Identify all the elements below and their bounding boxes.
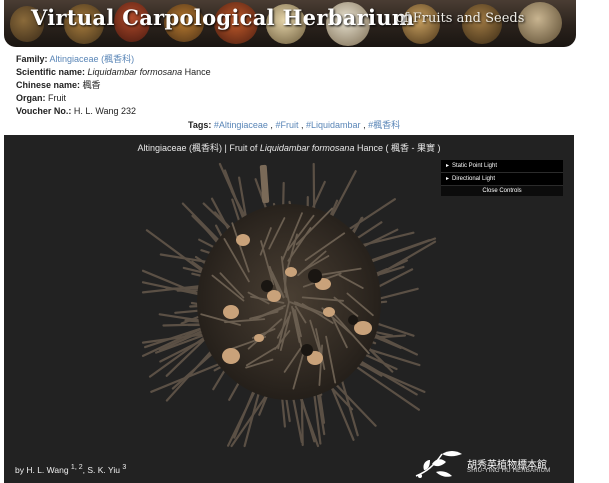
static-point-light-toggle[interactable]: ▸ Static Point Light (441, 160, 563, 173)
tag-link[interactable]: #Altingiaceae (214, 120, 268, 130)
tag-link[interactable]: #楓香科 (368, 120, 400, 130)
credit-comma: , (82, 464, 85, 475)
family-link[interactable]: Altingiaceae (楓香科) (50, 54, 135, 64)
organ-row: Organ: Fruit (16, 92, 211, 105)
viewer-title-prefix: Altingiaceae (楓香科) | Fruit of (137, 143, 258, 153)
orchid-logo-icon (415, 451, 462, 478)
author-credit: by H. L. Wang 1, 2, S. K. Yiu 3 (15, 464, 126, 475)
scientific-name-author: Hance (184, 67, 211, 77)
herbarium-name-english: SHIU-YING HU HERBARIUM (467, 468, 551, 474)
site-title[interactable]: Virtual Carpological Herbarium (31, 5, 414, 30)
directional-light-label: Directional Light (452, 176, 496, 182)
tag-separator: , (270, 120, 273, 130)
banner-fruit-decoration (518, 2, 562, 44)
viewer-title-suffix: Hance ( 楓香 - 果實 ) (356, 143, 441, 153)
specimen-details: Family: Altingiaceae (楓香科) Scientific na… (16, 53, 211, 118)
model-viewer[interactable]: Altingiaceae (楓香科) | Fruit of Liquidamba… (4, 135, 574, 483)
site-subtitle: of Fruits and Seeds (396, 11, 525, 26)
credit-affiliation-1: 1, 2 (70, 464, 83, 471)
static-point-light-label: Static Point Light (452, 163, 498, 169)
scientific-name-row: Scientific name: Liquidambar formosana H… (16, 66, 211, 79)
credit-second-author: S. K. Yiu (87, 464, 120, 475)
voucher-value: H. L. Wang 232 (73, 106, 137, 116)
voucher-row: Voucher No.: H. L. Wang 232 (16, 105, 211, 118)
organ-value: Fruit (48, 93, 67, 103)
site-banner[interactable]: Virtual Carpological Herbarium of Fruits… (4, 0, 576, 47)
tag-link[interactable]: #Fruit (275, 120, 298, 130)
scientific-name-value: Liquidambar formosana (87, 67, 183, 77)
voucher-label: Voucher No.: (16, 106, 72, 116)
chinese-name-row: Chinese name: 楓香 (16, 79, 211, 92)
close-controls-button[interactable]: Close Controls (441, 186, 563, 196)
family-label: Family: (16, 54, 48, 64)
viewer-title-species: Liquidambar formosana (259, 143, 355, 153)
light-controls-panel: ▸ Static Point Light ▸ Directional Light C… (441, 160, 563, 196)
chinese-name-value: 楓香 (82, 80, 101, 90)
credit-first-author: by H. L. Wang (15, 464, 69, 475)
sweetgum-fruit-icon[interactable] (139, 160, 439, 450)
organ-label: Organ: (16, 93, 46, 103)
scientific-name-label: Scientific name: (16, 67, 86, 77)
tag-separator: , (363, 120, 366, 130)
tag-separator: , (300, 120, 304, 130)
directional-light-toggle[interactable]: ▸ Directional Light (441, 173, 563, 186)
family-row: Family: Altingiaceae (楓香科) (16, 53, 211, 66)
tag-list: Tags: #Altingiaceae , #Fruit , #Liquidam… (188, 118, 400, 131)
viewer-title: Altingiaceae (楓香科) | Fruit of Liquidamba… (4, 141, 574, 154)
tag-link[interactable]: #Liquidambar (306, 120, 361, 130)
tags-label: Tags: (188, 120, 212, 130)
chinese-name-label: Chinese name: (16, 80, 81, 90)
credit-affiliation-2: 3 (122, 464, 127, 471)
